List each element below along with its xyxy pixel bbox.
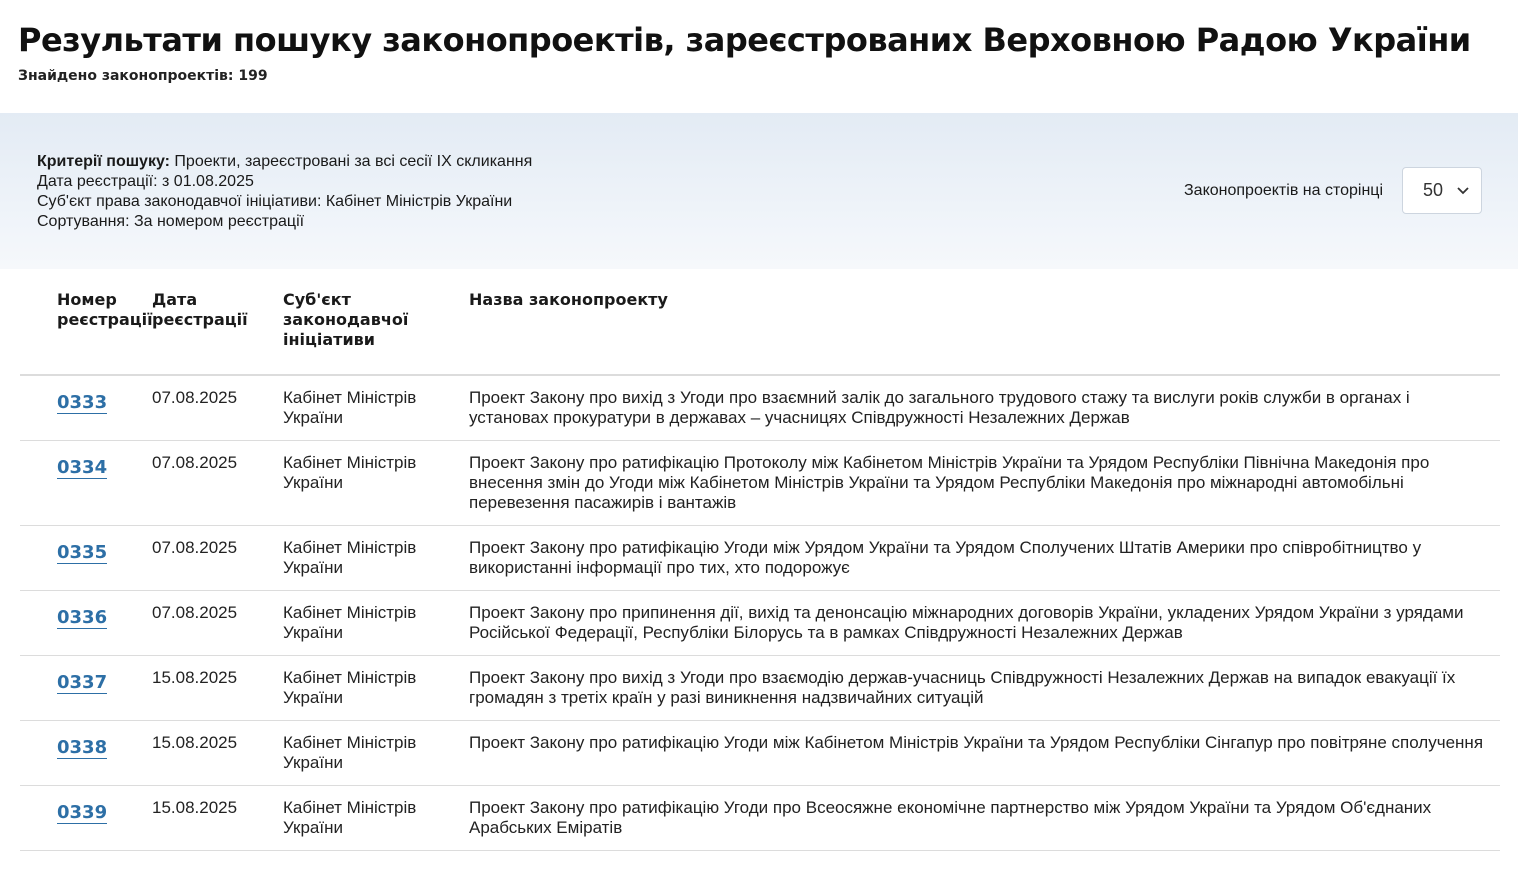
bill-name: Проект Закону про ратифікацію Угоди між … xyxy=(469,538,1422,577)
reg-number-link[interactable]: 0334 xyxy=(57,458,108,479)
reg-date: 07.08.2025 xyxy=(152,603,238,622)
subject: Кабінет Міністрів України xyxy=(283,603,417,642)
reg-date: 15.08.2025 xyxy=(152,668,238,687)
bill-name: Проект Закону про вихід з Угоди про взає… xyxy=(469,668,1456,707)
table-row: 0335 07.08.2025 Кабінет Міністрів Україн… xyxy=(20,526,1500,591)
chevron-down-icon xyxy=(1457,184,1469,198)
reg-date: 15.08.2025 xyxy=(152,733,238,752)
table-row: 0333 07.08.2025 Кабінет Міністрів Україн… xyxy=(20,376,1500,441)
subject: Кабінет Міністрів України xyxy=(283,668,417,707)
subject: Кабінет Міністрів України xyxy=(283,798,417,837)
bill-name: Проект Закону про вихід з Угоди про взає… xyxy=(469,388,1410,427)
header-reg-date: Дата реєстрації xyxy=(152,290,248,329)
header-subject: Суб'єкт законодавчої ініціативи xyxy=(283,290,409,349)
criteria-panel: Критерії пошуку: Проекти, зареєстровані … xyxy=(0,113,1518,269)
per-page-select[interactable]: 50 xyxy=(1402,167,1482,214)
subject: Кабінет Міністрів України xyxy=(283,733,417,772)
per-page-label: Законопроектів на сторінці xyxy=(1184,181,1383,199)
table-row: 0334 07.08.2025 Кабінет Міністрів Україн… xyxy=(20,441,1500,526)
reg-number-link[interactable]: 0335 xyxy=(57,543,108,564)
criteria-date: Дата реєстрації: з 01.08.2025 xyxy=(37,173,254,190)
per-page-value: 50 xyxy=(1423,180,1444,200)
table-row: 0339 15.08.2025 Кабінет Міністрів Україн… xyxy=(20,786,1500,851)
reg-date: 07.08.2025 xyxy=(152,388,238,407)
header-reg-number: Номер реєстрації xyxy=(57,290,153,329)
reg-date: 07.08.2025 xyxy=(152,538,238,557)
search-criteria: Критерії пошуку: Проекти, зареєстровані … xyxy=(37,152,532,232)
reg-date: 07.08.2025 xyxy=(152,453,238,472)
table-row: 0337 15.08.2025 Кабінет Міністрів Україн… xyxy=(20,656,1500,721)
found-count: Знайдено законопроектів: 199 xyxy=(18,68,268,84)
subject: Кабінет Міністрів України xyxy=(283,538,417,577)
criteria-label: Критерії пошуку: xyxy=(37,153,170,170)
bill-name: Проект Закону про ратифікацію Протоколу … xyxy=(469,453,1430,512)
bill-name: Проект Закону про ратифікацію Угоди про … xyxy=(469,798,1432,837)
reg-number-link[interactable]: 0339 xyxy=(57,803,108,824)
page-title: Результати пошуку законопроектів, зареєс… xyxy=(18,21,1471,59)
reg-number-link[interactable]: 0337 xyxy=(57,673,108,694)
subject: Кабінет Міністрів України xyxy=(283,453,417,492)
table-row: 0336 07.08.2025 Кабінет Міністрів Україн… xyxy=(20,591,1500,656)
reg-number-link[interactable]: 0336 xyxy=(57,608,108,629)
header-bill-name: Назва законопроекту xyxy=(469,290,668,309)
criteria-session: Проекти, зареєстровані за всі сесії IX с… xyxy=(174,153,533,170)
table-header: Номер реєстрації Дата реєстрації Суб'єкт… xyxy=(20,269,1500,376)
criteria-subject: Суб'єкт права законодавчої ініціативи: К… xyxy=(37,193,513,210)
bill-name: Проект Закону про ратифікацію Угоди між … xyxy=(469,733,1484,752)
criteria-session-line: Критерії пошуку: Проекти, зареєстровані … xyxy=(37,152,532,172)
reg-date: 15.08.2025 xyxy=(152,798,238,817)
criteria-sort: Сортування: За номером реєстрації xyxy=(37,213,305,230)
reg-number-link[interactable]: 0338 xyxy=(57,738,108,759)
subject: Кабінет Міністрів України xyxy=(283,388,417,427)
reg-number-link[interactable]: 0333 xyxy=(57,393,108,414)
table-row: 0338 15.08.2025 Кабінет Міністрів Україн… xyxy=(20,721,1500,786)
bills-table: Номер реєстрації Дата реєстрації Суб'єкт… xyxy=(20,269,1500,851)
per-page-control: Законопроектів на сторінці 50 xyxy=(1184,167,1482,214)
page-header: Результати пошуку законопроектів, зареєс… xyxy=(0,0,1518,113)
bill-name: Проект Закону про припинення дії, вихід … xyxy=(469,603,1464,642)
